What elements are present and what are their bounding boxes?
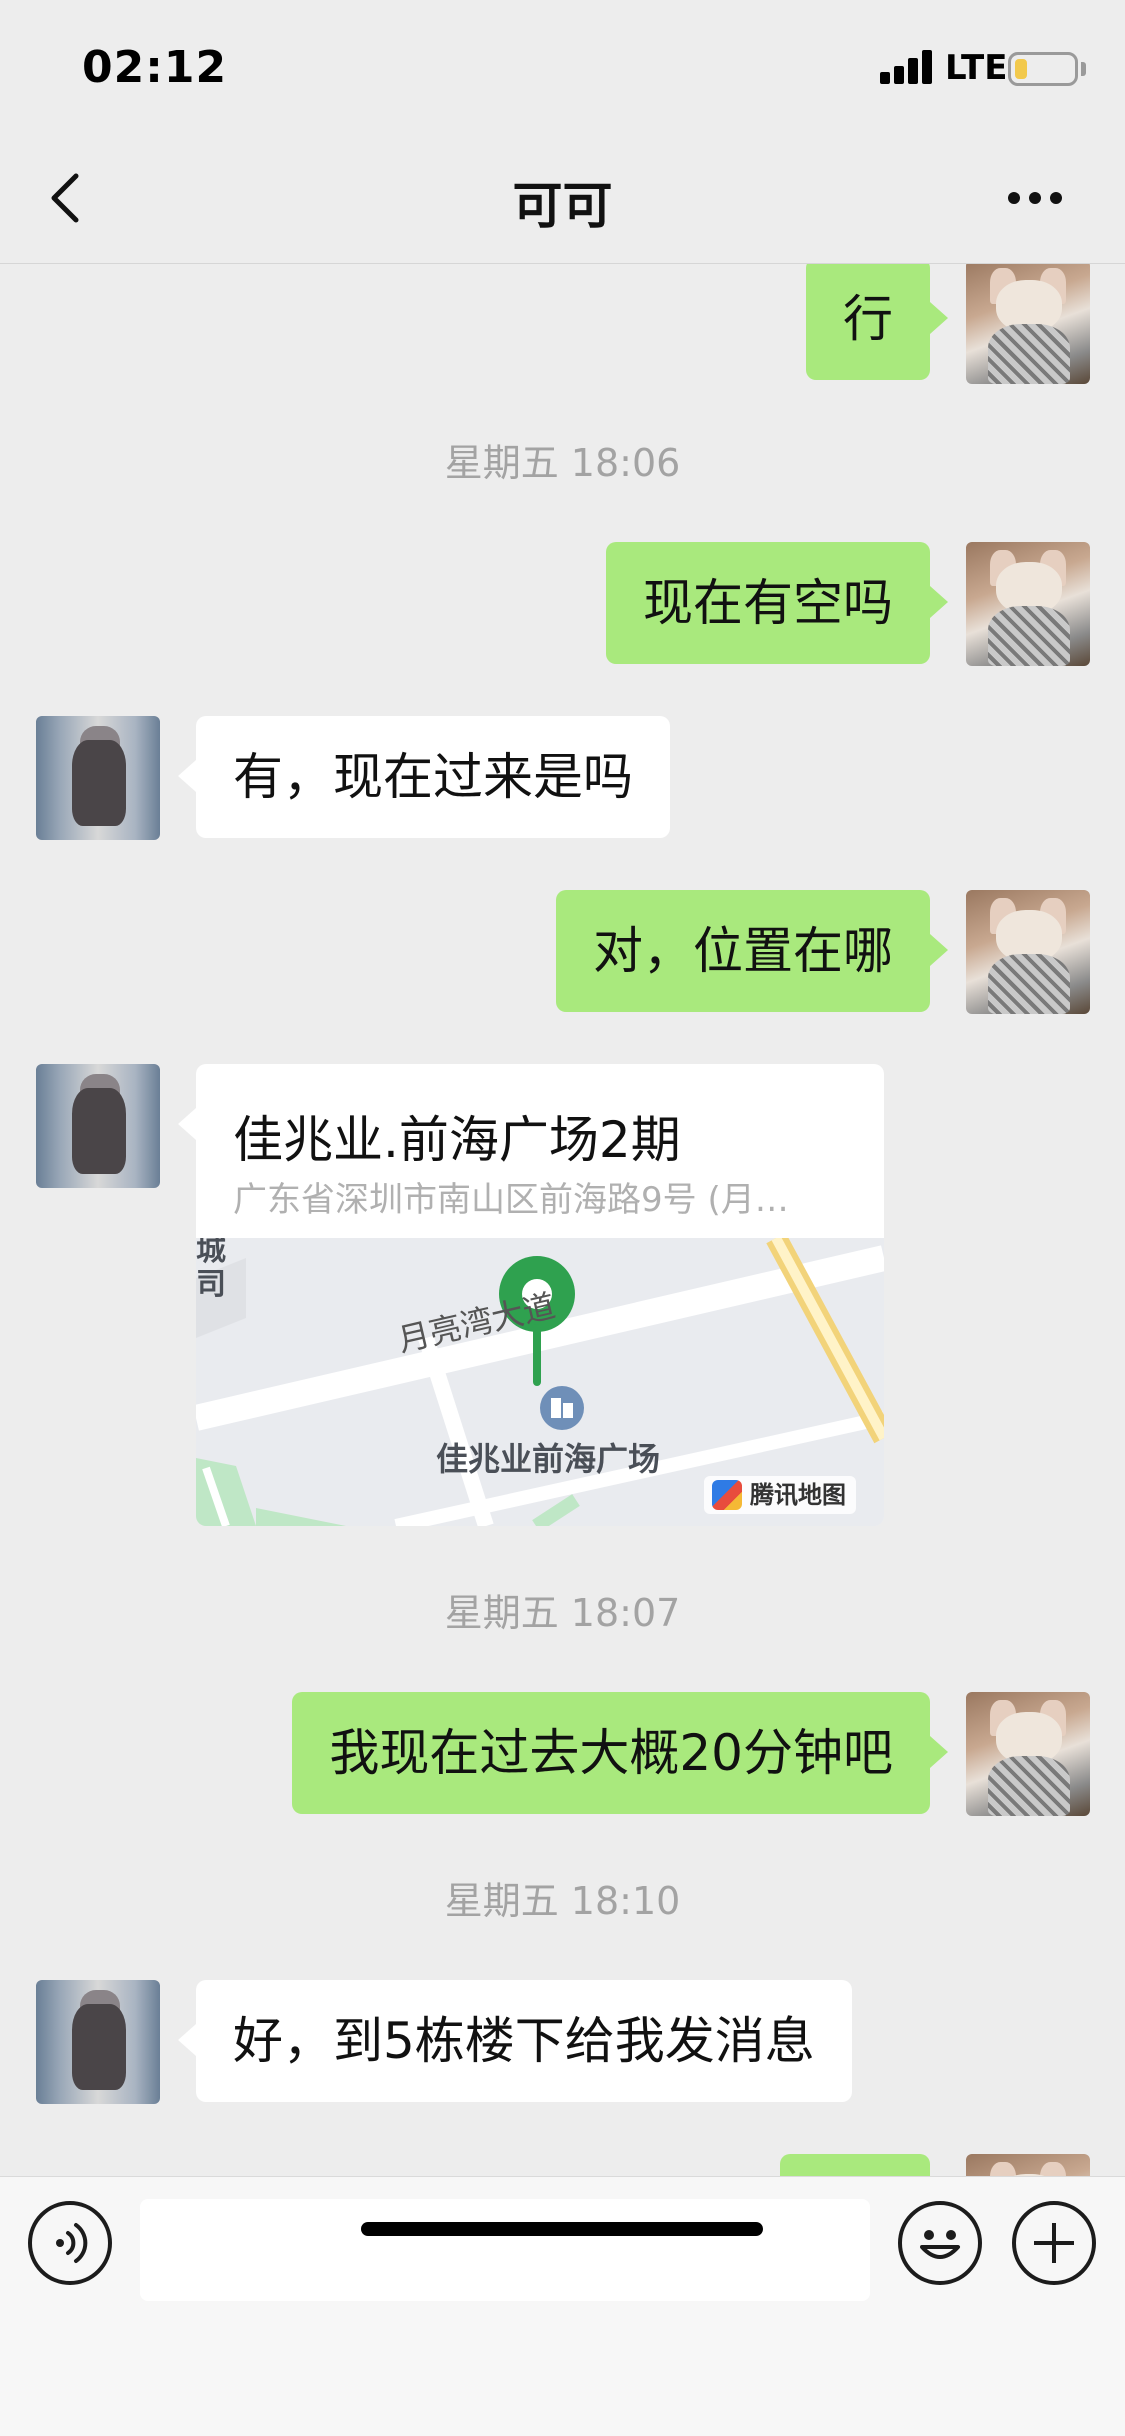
message-bubble-received[interactable]: 好，到5栋楼下给我发消息 bbox=[178, 1980, 852, 2102]
my-avatar[interactable] bbox=[966, 264, 1090, 384]
voice-icon[interactable] bbox=[28, 2201, 112, 2285]
message-bubble-sent[interactable]: 现在有空吗 bbox=[606, 542, 948, 664]
location-name: 佳兆业.前海广场2期 bbox=[233, 1111, 681, 1169]
timestamp: 星期五 18:10 bbox=[444, 1879, 681, 1923]
more-dots-icon[interactable] bbox=[1000, 176, 1070, 216]
contact-avatar[interactable] bbox=[36, 716, 160, 840]
chat-screen: 02:12 LTE 可可 行 星期五 18:06 现在有空吗 有，现在过来是吗 … bbox=[0, 0, 1125, 2436]
status-time: 02:12 bbox=[82, 42, 228, 93]
my-avatar[interactable] bbox=[966, 890, 1090, 1014]
message-bubble-sent-partial[interactable] bbox=[780, 2154, 930, 2176]
network-type: LTE bbox=[945, 48, 1008, 88]
timestamp: 星期五 18:06 bbox=[444, 441, 681, 485]
battery-tip bbox=[1081, 62, 1086, 76]
message-list[interactable]: 行 星期五 18:06 现在有空吗 有，现在过来是吗 对，位置在哪 佳兆业.前海… bbox=[0, 264, 1125, 2176]
contact-avatar[interactable] bbox=[36, 1980, 160, 2104]
input-bar bbox=[0, 2176, 1125, 2436]
plus-icon[interactable] bbox=[1012, 2201, 1096, 2285]
location-address: 广东省深圳市南山区前海路9号 (月… bbox=[233, 1180, 789, 1220]
my-avatar[interactable] bbox=[966, 1692, 1090, 1816]
map-provider-badge: 腾讯地图 bbox=[704, 1476, 856, 1514]
battery-icon bbox=[1008, 52, 1078, 86]
map-edge-label: 城司 bbox=[196, 1238, 226, 1302]
bubble-tail bbox=[178, 1108, 196, 1140]
emoji-icon[interactable] bbox=[898, 2201, 982, 2285]
map-poi-label: 佳兆业前海广场 bbox=[436, 1440, 661, 1478]
chat-title: 可可 bbox=[512, 177, 613, 235]
signal-icon bbox=[880, 50, 936, 84]
message-bubble-sent[interactable]: 我现在过去大概20分钟吧 bbox=[292, 1692, 948, 1814]
location-map[interactable]: 月亮湾大道 佳兆业前海广场 城司 腾讯地图 bbox=[196, 1238, 884, 1526]
message-bubble-sent[interactable]: 对，位置在哪 bbox=[556, 890, 948, 1012]
nav-bar: 可可 bbox=[0, 132, 1125, 264]
my-avatar[interactable] bbox=[966, 542, 1090, 666]
contact-avatar[interactable] bbox=[36, 1064, 160, 1188]
home-indicator[interactable] bbox=[361, 2222, 763, 2236]
my-avatar[interactable] bbox=[966, 2154, 1090, 2176]
map-provider-label: 腾讯地图 bbox=[750, 1481, 846, 1509]
message-bubble-sent[interactable]: 行 bbox=[806, 264, 948, 380]
location-card[interactable]: 佳兆业.前海广场2期 广东省深圳市南山区前海路9号 (月… 月亮湾大道 佳兆业前… bbox=[196, 1064, 884, 1526]
status-bar: 02:12 LTE bbox=[0, 0, 1125, 132]
timestamp: 星期五 18:07 bbox=[444, 1591, 681, 1635]
message-bubble-received[interactable]: 有，现在过来是吗 bbox=[178, 716, 670, 838]
tencent-map-logo-icon bbox=[712, 1480, 742, 1510]
message-input[interactable] bbox=[140, 2199, 870, 2301]
